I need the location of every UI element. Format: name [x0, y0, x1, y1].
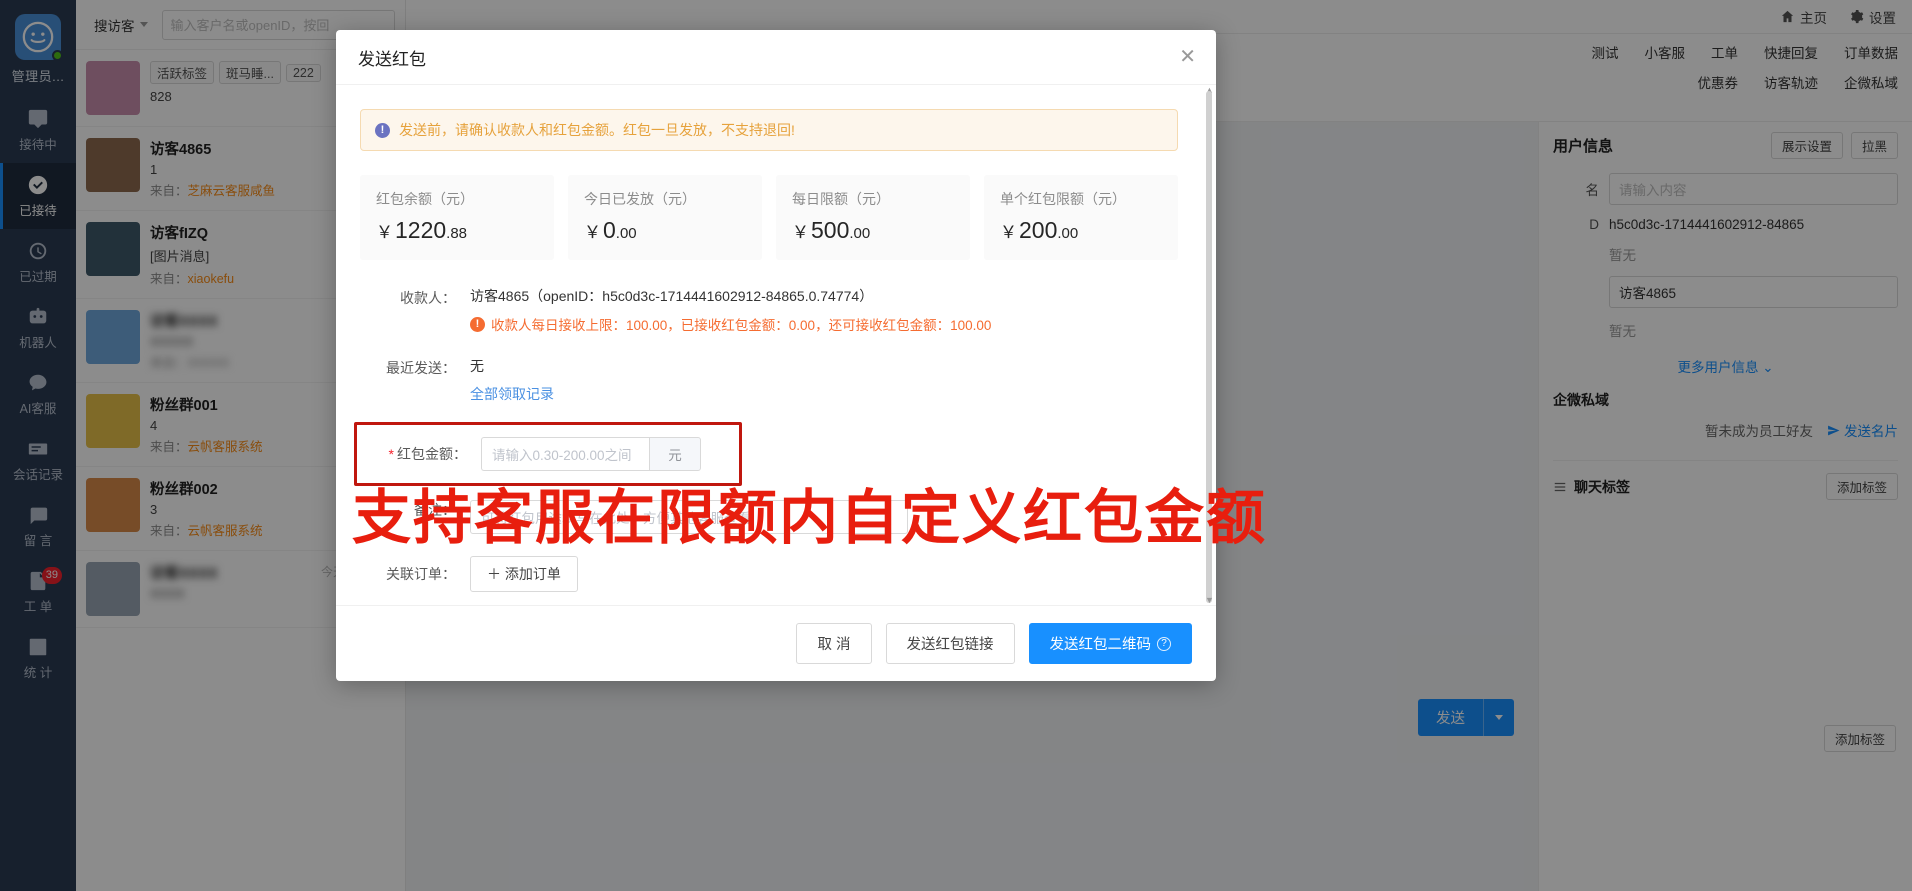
stat-card-single-limit: 单个红包限额（元） ￥200.00: [984, 175, 1178, 260]
recent-send-row: 最近发送： 无 全部领取记录: [360, 356, 1178, 404]
help-icon[interactable]: ?: [1157, 636, 1171, 651]
stat-cards: 红包余额（元） ￥1220.88 今日已发放（元） ￥0.00 每日限额（元）: [360, 175, 1178, 260]
stat-dec: .88: [446, 225, 468, 242]
amount-input-group: 请输入0.30-200.00之间 元: [481, 437, 701, 471]
scroll-down-icon[interactable]: ▼: [1205, 595, 1214, 605]
payee-block: 访客4865（openID：h5c0d3c-1714441602912-8486…: [456, 286, 991, 334]
amount-label-text: 红包金额：: [397, 446, 467, 462]
stat-int: 1220: [395, 217, 447, 243]
order-row: 关联订单： ＋ 添加订单: [360, 556, 1178, 592]
dialog-title: 发送红包: [358, 49, 426, 69]
payee-label: 收款人：: [400, 290, 456, 306]
payee-limit-warning: ! 收款人每日接收上限：100.00，已接收红包金额：0.00，还可接收红包金额…: [456, 314, 991, 334]
payee-limit-warning-text: 收款人每日接收上限：100.00，已接收红包金额：0.00，还可接收红包金额：1…: [491, 318, 992, 333]
stat-card-value: ￥0.00: [584, 217, 746, 244]
order-label: 关联订单：: [386, 566, 456, 582]
amount-unit-label: 元: [649, 437, 701, 471]
alert-icon: !: [470, 316, 485, 332]
payee-value: 访客4865（openID：h5c0d3c-1714441602912-8486…: [470, 288, 874, 304]
send-red-packet-dialog: 发送红包 ✕ ! 发送前，请确认收款人和红包金额。红包一旦发放，不支持退回! 红…: [336, 30, 1216, 681]
add-order-button[interactable]: ＋ 添加订单: [470, 556, 578, 592]
stat-int: 0: [603, 217, 616, 243]
warning-alert-text: 发送前，请确认收款人和红包金额。红包一旦发放，不支持退回!: [399, 122, 795, 138]
cancel-button[interactable]: 取 消: [796, 623, 872, 664]
amount-label: * 红包金额：: [371, 444, 467, 464]
recent-send-block: 无 全部领取记录: [456, 356, 554, 404]
stat-card-value: ￥200.00: [1000, 217, 1162, 244]
all-records-link-label: 全部领取记录: [470, 386, 554, 402]
stat-card-value: ￥1220.88: [376, 217, 538, 244]
stat-card-daily-limit: 每日限额（元） ￥500.00: [776, 175, 970, 260]
recent-send-value: 无: [470, 358, 484, 374]
warning-alert: ! 发送前，请确认收款人和红包金额。红包一旦发放，不支持退回!: [360, 109, 1178, 151]
required-star: *: [388, 446, 394, 462]
stat-dec: .00: [849, 225, 871, 242]
info-icon: !: [375, 122, 390, 138]
payee-row: 收款人： 访客4865（openID：h5c0d3c-1714441602912…: [360, 286, 1178, 334]
stat-card-today-sent: 今日已发放（元） ￥0.00: [568, 175, 762, 260]
send-red-packet-qrcode-button[interactable]: 发送红包二维码 ?: [1028, 623, 1192, 664]
annotation-text: 支持客服在限额内自定义红包金额: [352, 485, 1268, 551]
stat-int: 500: [811, 217, 850, 243]
stat-card-label: 每日限额（元）: [792, 191, 890, 207]
currency-symbol: ￥: [376, 223, 393, 242]
all-records-link[interactable]: 全部领取记录: [456, 384, 554, 404]
recent-send-label: 最近发送：: [386, 360, 456, 376]
close-icon[interactable]: ✕: [1179, 47, 1196, 67]
send-qrcode-label: 发送红包二维码: [1049, 637, 1152, 653]
stat-card-value: ￥500.00: [792, 217, 954, 244]
stat-int: 200: [1019, 217, 1058, 243]
stat-dec: .00: [615, 225, 637, 242]
stat-card-balance: 红包余额（元） ￥1220.88: [360, 175, 554, 260]
stat-card-label: 今日已发放（元）: [584, 191, 696, 207]
amount-input[interactable]: 请输入0.30-200.00之间: [481, 437, 649, 471]
currency-symbol: ￥: [1000, 223, 1017, 242]
stat-card-label: 单个红包限额（元）: [1000, 191, 1126, 207]
currency-symbol: ￥: [792, 223, 809, 242]
currency-symbol: ￥: [584, 223, 601, 242]
dialog-footer: 取 消 发送红包链接 发送红包二维码 ?: [336, 605, 1216, 681]
send-red-packet-link-button[interactable]: 发送红包链接: [885, 623, 1015, 664]
dialog-header: 发送红包 ✕: [336, 30, 1216, 85]
add-order-label: 添加订单: [504, 566, 561, 582]
stat-dec: .00: [1057, 225, 1079, 242]
stat-card-label: 红包余额（元）: [376, 191, 474, 207]
